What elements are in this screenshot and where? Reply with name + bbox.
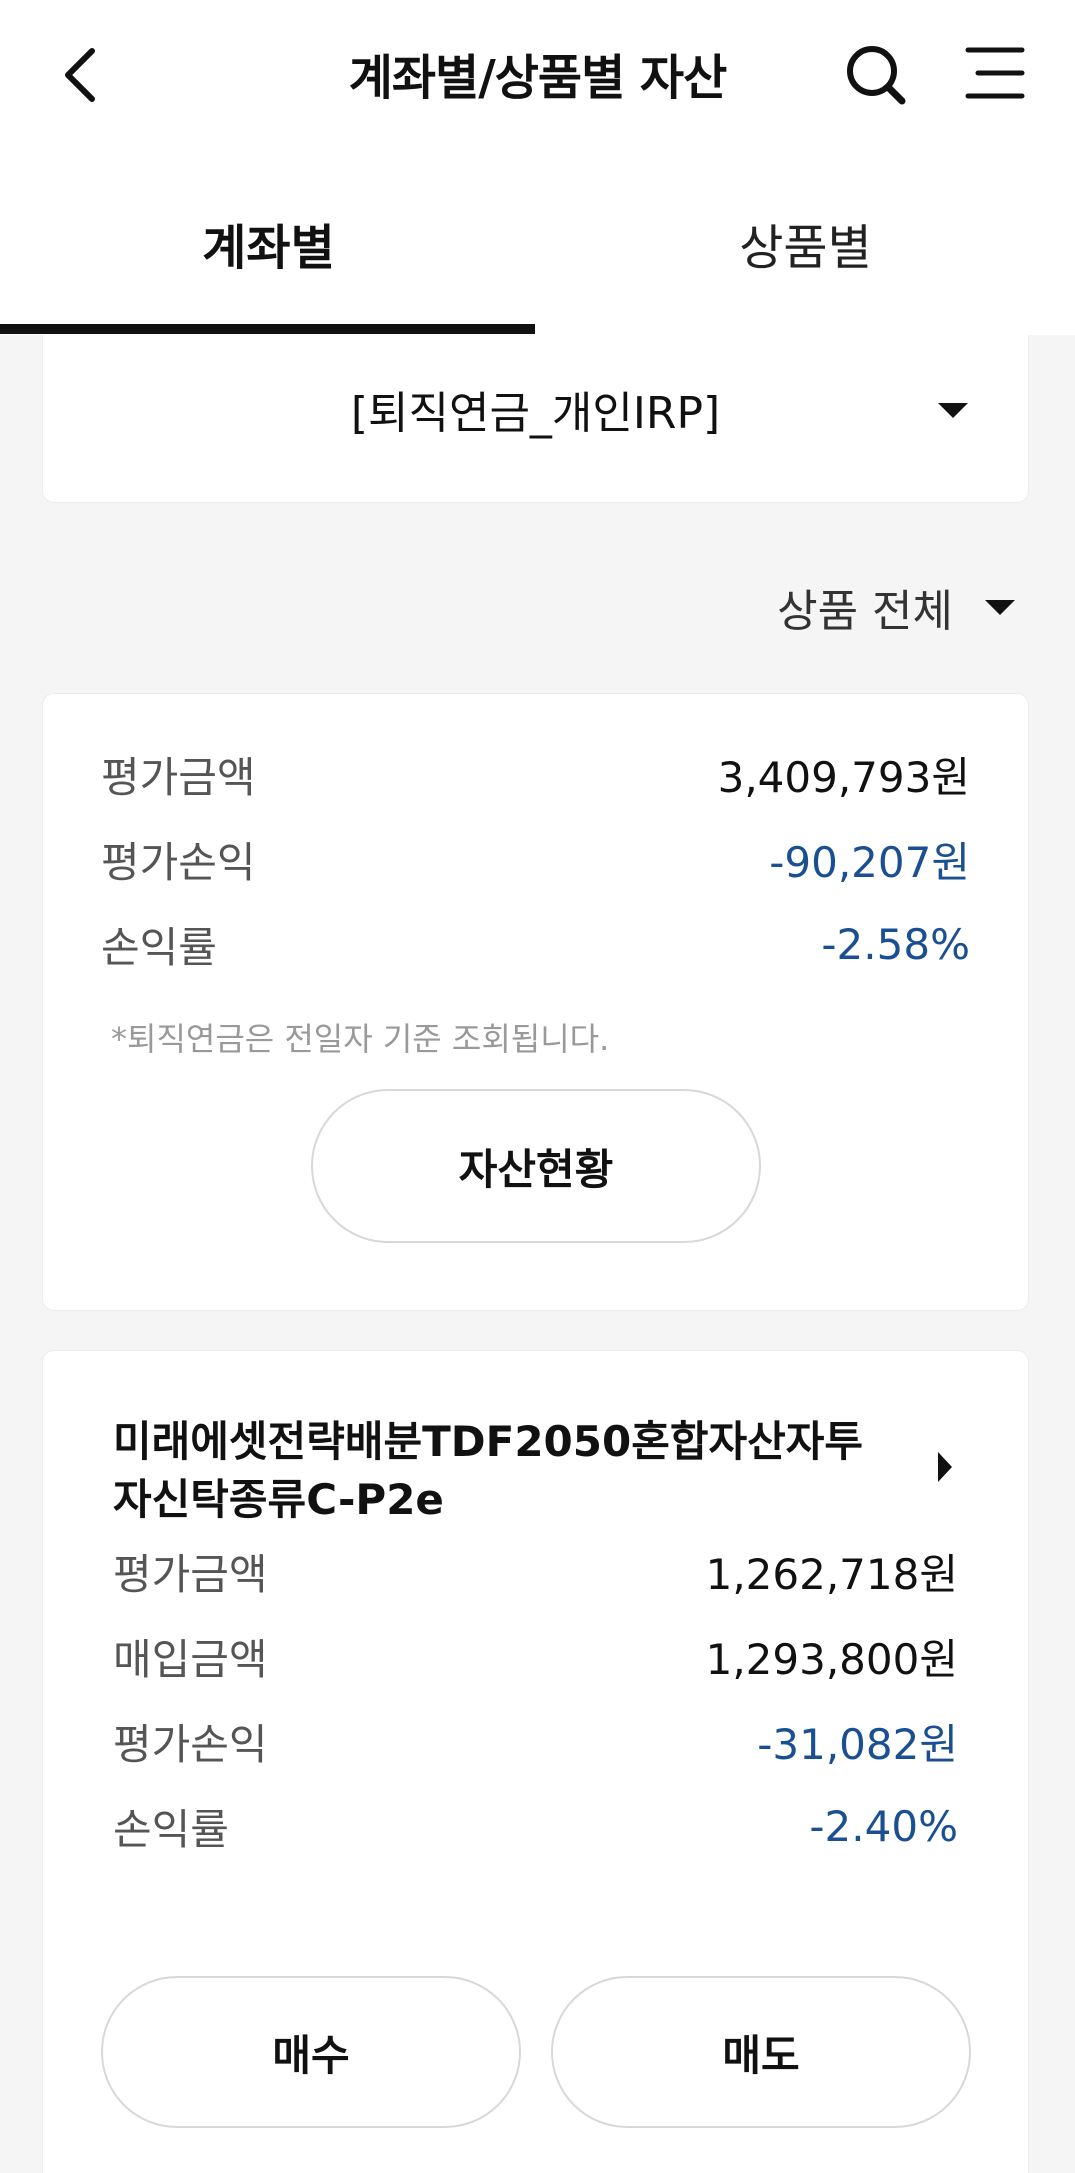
asset-status-button[interactable]: 자산현황: [311, 1089, 761, 1243]
summary-eval-pl-label: 평가손익: [101, 837, 256, 887]
menu-icon: [965, 47, 1025, 99]
tab-by-product[interactable]: 상품별: [537, 150, 1074, 335]
pension-note: *퇴직연금은 전일자 기준 조회됩니다.: [111, 1020, 610, 1058]
tab-bar: 계좌별 상품별: [0, 150, 1075, 335]
summary-eval-amount-value: 3,409,793원: [717, 752, 970, 802]
account-selector[interactable]: [퇴직연금_개인IRP]: [42, 335, 1029, 503]
product-eval-pl-value: -31,082원: [757, 1719, 958, 1769]
summary-pl-rate-label: 손익률: [101, 922, 217, 972]
product-filter-label: 상품 전체: [777, 586, 953, 637]
product-card: 미래에셋전략배분TDF2050혼합자산자투자신탁종류C-P2e 평가금액 1,2…: [42, 1350, 1029, 2173]
active-tab-indicator: [0, 324, 535, 334]
page-title: 계좌별/상품별 자산: [348, 50, 728, 106]
summary-eval-amount-label: 평가금액: [101, 752, 256, 802]
summary-pl-rate-row: 손익률 -2.58%: [101, 914, 970, 974]
tab-by-account[interactable]: 계좌별: [0, 150, 537, 335]
summary-eval-amount-row: 평가금액 3,409,793원: [101, 744, 970, 804]
product-eval-amount-label: 평가금액: [113, 1549, 268, 1599]
product-pl-rate-row: 손익률 -2.40%: [113, 1796, 958, 1856]
sell-button[interactable]: 매도: [551, 1976, 971, 2128]
product-pl-rate-value: -2.40%: [809, 1801, 958, 1851]
summary-eval-pl-value: -90,207원: [769, 837, 970, 887]
product-eval-amount-value: 1,262,718원: [705, 1549, 958, 1599]
account-name: [퇴직연금_개인IRP]: [350, 388, 721, 439]
product-purchase-amount-value: 1,293,800원: [705, 1634, 958, 1684]
product-name-link[interactable]: 미래에셋전략배분TDF2050혼합자산자투자신탁종류C-P2e: [113, 1413, 893, 1529]
caret-right-icon[interactable]: [938, 1452, 952, 1482]
caret-down-icon: [985, 599, 1015, 615]
search-icon: [847, 46, 906, 105]
product-eval-pl-label: 평가손익: [113, 1719, 268, 1769]
product-eval-pl-row: 평가손익 -31,082원: [113, 1711, 958, 1771]
app-header: 계좌별/상품별 자산: [0, 0, 1075, 150]
search-button[interactable]: [840, 38, 910, 108]
product-purchase-amount-label: 매입금액: [113, 1634, 268, 1684]
product-purchase-amount-row: 매입금액 1,293,800원: [113, 1626, 958, 1686]
product-pl-rate-label: 손익률: [113, 1804, 229, 1854]
menu-button[interactable]: [958, 38, 1028, 108]
account-summary-card: 평가금액 3,409,793원 평가손익 -90,207원 손익률 -2.58%…: [42, 693, 1029, 1311]
buy-button[interactable]: 매수: [101, 1976, 521, 2128]
summary-eval-pl-row: 평가손익 -90,207원: [101, 829, 970, 889]
product-eval-amount-row: 평가금액 1,262,718원: [113, 1541, 958, 1601]
summary-pl-rate-value: -2.58%: [821, 919, 970, 969]
caret-down-icon: [938, 403, 968, 418]
product-filter-dropdown[interactable]: 상품 전체: [777, 575, 1015, 639]
